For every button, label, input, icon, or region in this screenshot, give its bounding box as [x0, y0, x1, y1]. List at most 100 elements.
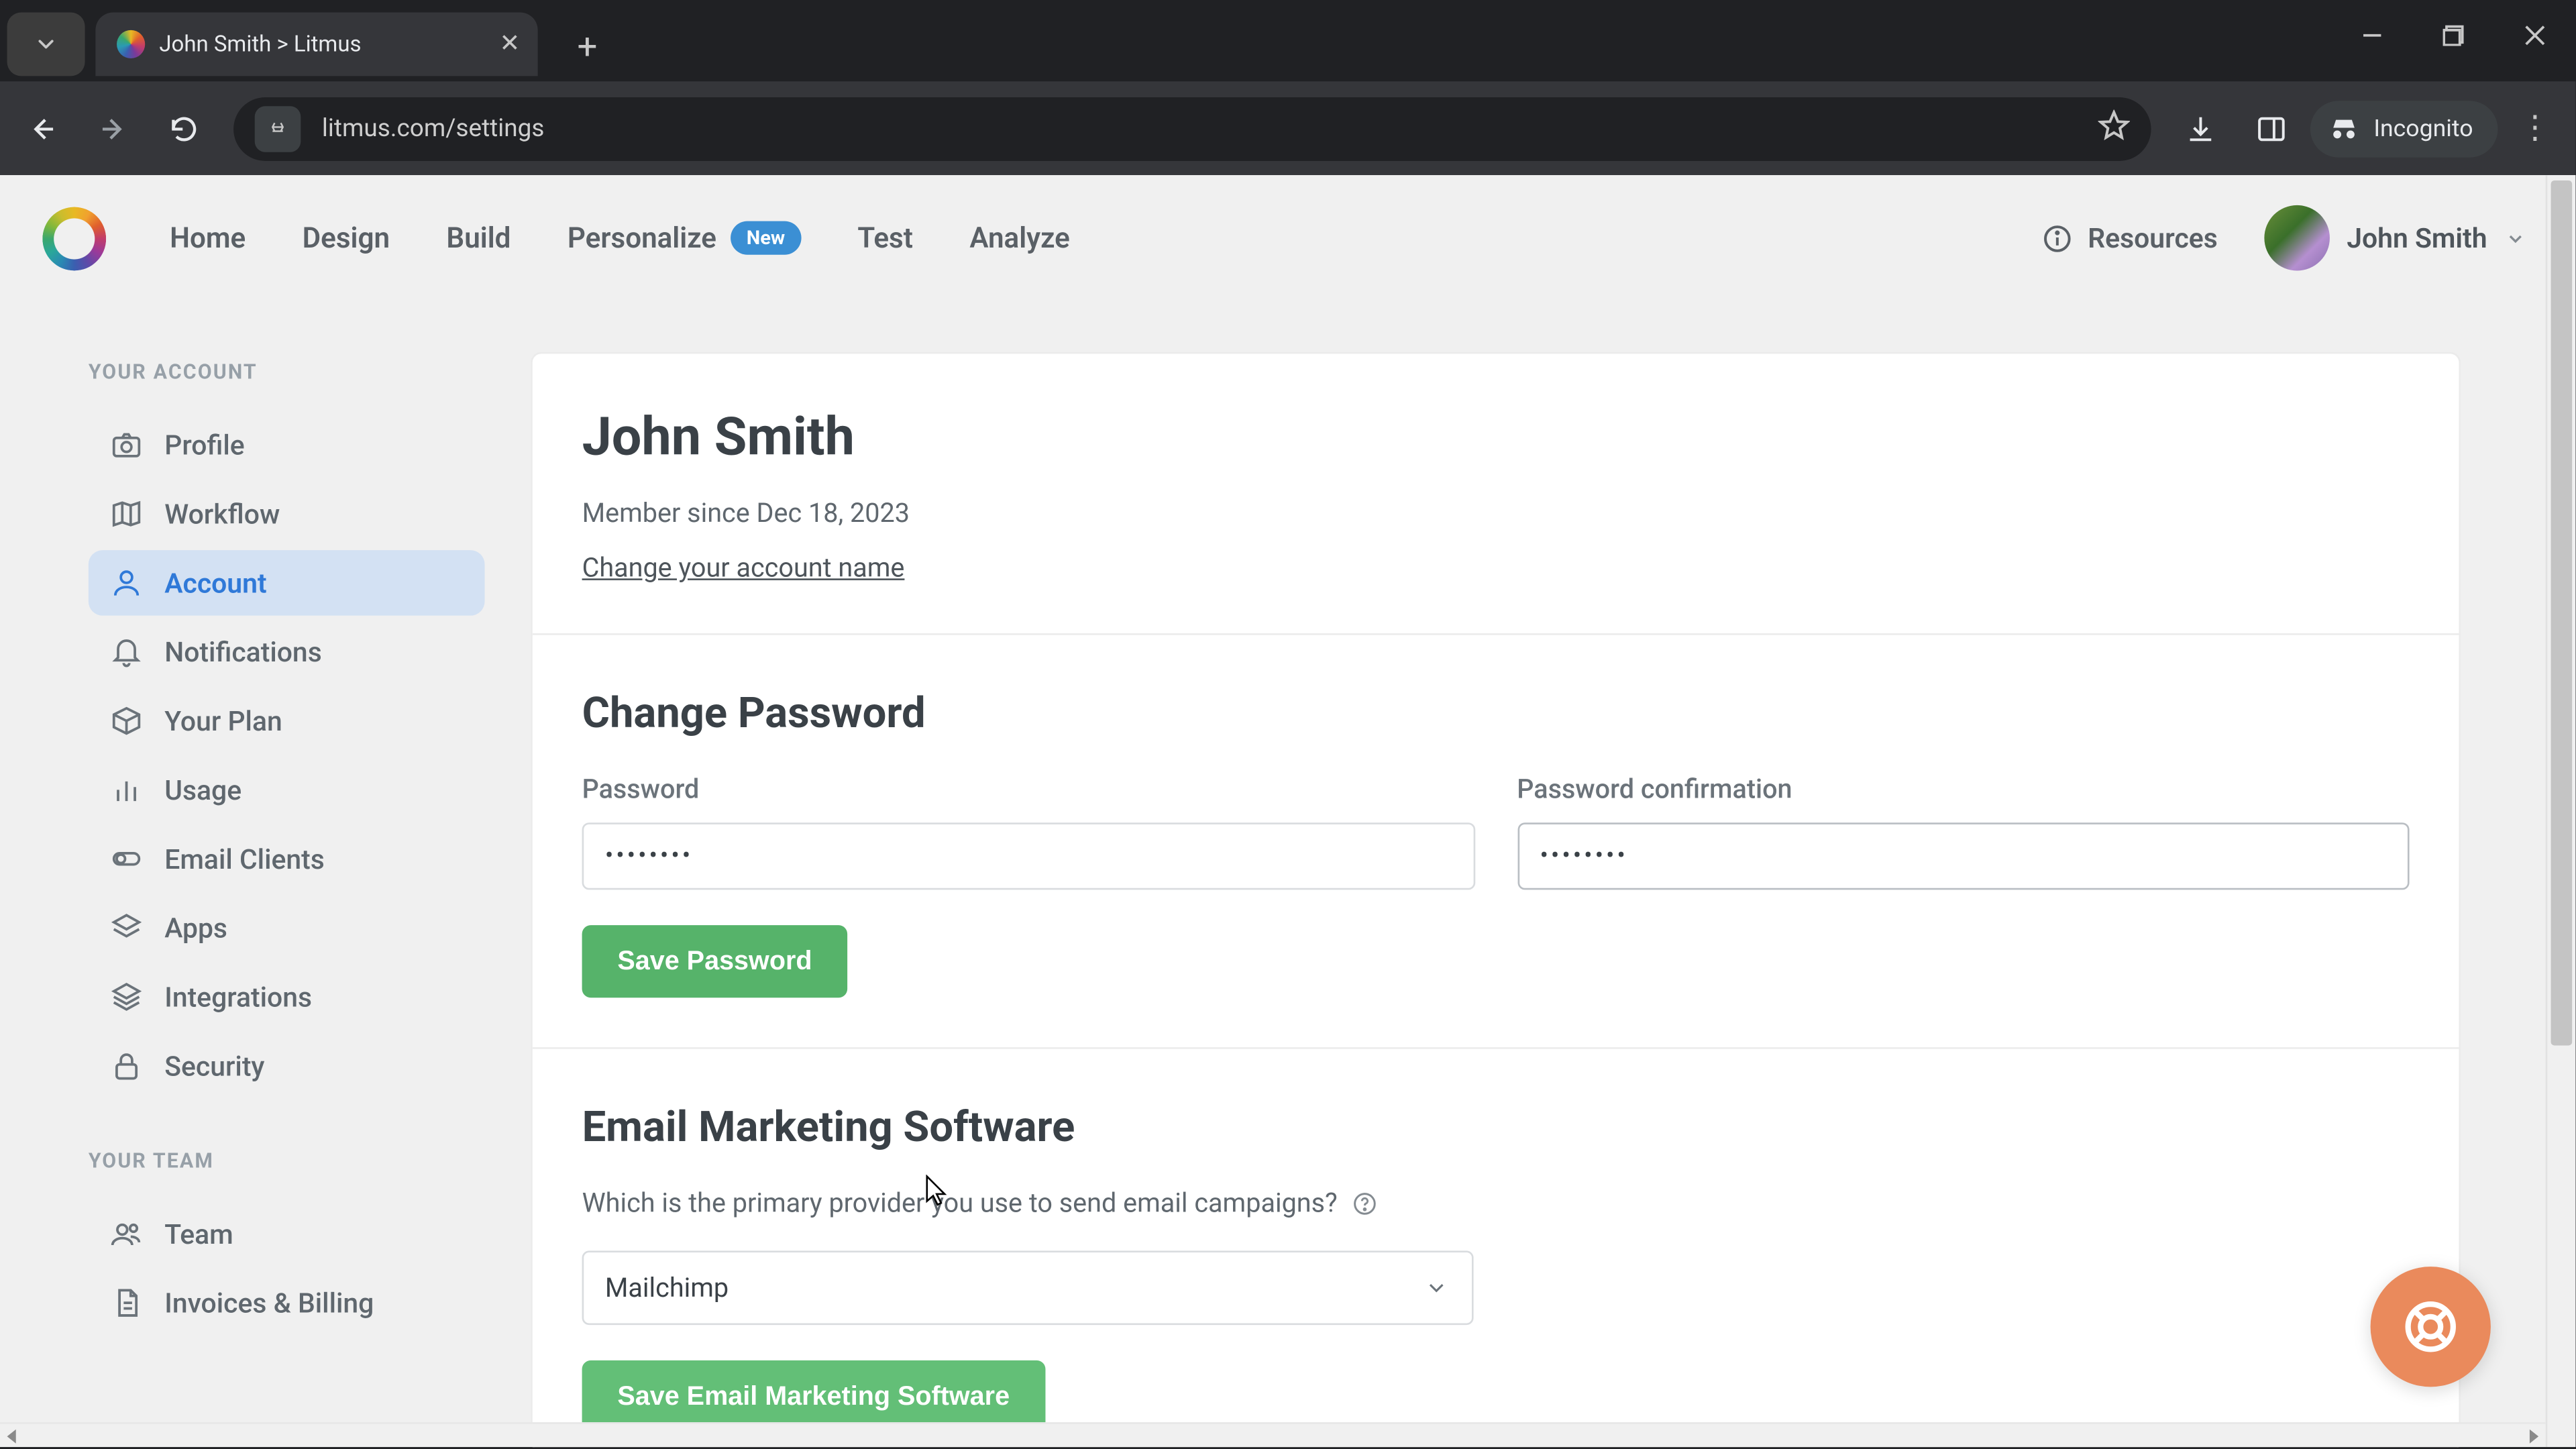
nav-back-button[interactable]: [11, 97, 74, 160]
settings-sidebar: YOUR ACCOUNT Profile Workflow Account No…: [0, 303, 531, 1422]
bell-icon: [109, 635, 143, 669]
file-icon: [109, 1286, 143, 1320]
window-minimize-button[interactable]: [2332, 0, 2413, 70]
nav-home[interactable]: Home: [170, 221, 246, 255]
incognito-icon: [2328, 112, 2359, 144]
sidebar-item-invoices[interactable]: Invoices & Billing: [89, 1270, 485, 1336]
nav-build[interactable]: Build: [446, 221, 511, 255]
nav-build-label: Build: [446, 221, 511, 255]
sidebar-item-account[interactable]: Account: [89, 550, 485, 616]
sidebar-item-email-clients[interactable]: Email Clients: [89, 826, 485, 892]
password-confirmation-input[interactable]: [1517, 822, 2409, 890]
sidebar-item-label: Integrations: [164, 981, 312, 1012]
tab-title: John Smith > Litmus: [159, 31, 482, 58]
browser-tab[interactable]: John Smith > Litmus ✕: [95, 12, 537, 76]
sidebar-item-label: Team: [164, 1218, 233, 1250]
chevron-down-icon: [1424, 1275, 1449, 1300]
url-path: /settings: [445, 114, 544, 142]
change-password-heading: Change Password: [582, 688, 2410, 738]
ems-provider-select[interactable]: Mailchimp: [582, 1250, 1474, 1325]
url-text: litmus.com/settings: [322, 114, 544, 142]
change-password-section: Change Password Password Password confir…: [533, 635, 2459, 1049]
ems-question-label: Which is the primary provider you use to…: [582, 1187, 1338, 1218]
scrollbar-thumb[interactable]: [2551, 180, 2573, 1045]
user-icon: [109, 566, 143, 600]
user-menu[interactable]: John Smith: [2263, 205, 2526, 271]
resources-link[interactable]: Resources: [2042, 222, 2218, 254]
nav-forward-button[interactable]: [81, 97, 145, 160]
sidebar-item-label: Email Clients: [164, 843, 325, 875]
url-host: litmus.com: [322, 114, 445, 142]
lifebuoy-icon: [2400, 1297, 2461, 1357]
sidebar-item-profile[interactable]: Profile: [89, 412, 485, 478]
sidebar-item-integrations[interactable]: Integrations: [89, 964, 485, 1030]
email-marketing-section: Email Marketing Software Which is the pr…: [533, 1049, 2459, 1447]
sidebar-item-security[interactable]: Security: [89, 1033, 485, 1099]
bar-chart-icon: [109, 773, 143, 806]
nav-home-label: Home: [170, 221, 246, 255]
vertical-scrollbar[interactable]: [2546, 175, 2576, 1447]
settings-main: John Smith Member since Dec 18, 2023 Cha…: [531, 303, 2546, 1422]
ems-question-text: Which is the primary provider you use to…: [582, 1187, 2410, 1218]
sidebar-item-team[interactable]: Team: [89, 1201, 485, 1267]
litmus-logo[interactable]: [42, 206, 106, 270]
tab-search-button[interactable]: [7, 12, 85, 76]
incognito-indicator[interactable]: Incognito: [2310, 100, 2498, 156]
chevron-down-icon: [2505, 227, 2526, 249]
sidebar-item-your-plan[interactable]: Your Plan: [89, 688, 485, 754]
nav-design-label: Design: [303, 221, 390, 255]
sidebar-heading-account: YOUR ACCOUNT: [89, 359, 485, 384]
sidebar-item-label: Workflow: [164, 498, 280, 529]
sidebar-item-label: Security: [164, 1050, 264, 1081]
toggle-icon: [109, 842, 143, 875]
window-close-button[interactable]: [2494, 0, 2575, 70]
bookmark-button[interactable]: [2098, 109, 2129, 148]
help-circle-icon[interactable]: [1352, 1189, 1379, 1216]
window-maximize-button[interactable]: [2413, 0, 2494, 70]
page-title: John Smith: [582, 407, 2410, 469]
avatar: [2263, 205, 2329, 271]
change-account-name-link[interactable]: Change your account name: [582, 552, 905, 584]
nav-analyze[interactable]: Analyze: [969, 221, 1070, 255]
site-info-button[interactable]: [255, 105, 301, 152]
app-root: Home Design Build Personalize New Test A…: [0, 175, 2575, 1447]
sidebar-item-label: Invoices & Billing: [164, 1287, 374, 1318]
side-panel-button[interactable]: [2239, 97, 2303, 160]
account-header-section: John Smith Member since Dec 18, 2023 Cha…: [533, 354, 2459, 635]
tab-close-button[interactable]: ✕: [499, 30, 520, 58]
horizontal-scrollbar[interactable]: [0, 1422, 2546, 1447]
nav-test-label: Test: [857, 221, 913, 255]
nav-reload-button[interactable]: [152, 97, 216, 160]
address-bar[interactable]: litmus.com/settings: [233, 97, 2151, 160]
users-icon: [109, 1217, 143, 1250]
app-topnav: Home Design Build Personalize New Test A…: [0, 175, 2575, 303]
password-input[interactable]: [582, 822, 1474, 890]
stack-icon: [109, 980, 143, 1014]
sidebar-item-notifications[interactable]: Notifications: [89, 619, 485, 685]
nav-personalize-label: Personalize: [568, 221, 716, 255]
layers-icon: [109, 911, 143, 945]
ems-heading: Email Marketing Software: [582, 1102, 2410, 1152]
nav-personalize[interactable]: Personalize New: [568, 221, 801, 255]
nav-design[interactable]: Design: [303, 221, 390, 255]
downloads-button[interactable]: [2168, 97, 2232, 160]
help-fab-button[interactable]: [2371, 1267, 2491, 1387]
sidebar-item-workflow[interactable]: Workflow: [89, 481, 485, 547]
window-controls: [2332, 0, 2576, 70]
sidebar-item-label: Notifications: [164, 636, 321, 667]
new-tab-button[interactable]: +: [563, 21, 612, 71]
lock-icon: [109, 1049, 143, 1083]
camera-icon: [109, 428, 143, 462]
incognito-label: Incognito: [2373, 114, 2473, 142]
browser-menu-button[interactable]: ⋮: [2505, 109, 2565, 146]
sidebar-item-apps[interactable]: Apps: [89, 895, 485, 961]
password-confirmation-label: Password confirmation: [1517, 773, 2409, 804]
sidebar-item-usage[interactable]: Usage: [89, 757, 485, 823]
member-since-text: Member since Dec 18, 2023: [582, 497, 2410, 529]
sidebar-item-label: Apps: [164, 912, 227, 943]
info-icon: [2042, 222, 2074, 254]
nav-test[interactable]: Test: [857, 221, 913, 255]
sidebar-item-label: Account: [164, 567, 266, 598]
browser-toolbar: litmus.com/settings Incognito ⋮: [0, 81, 2575, 175]
save-password-button[interactable]: Save Password: [582, 925, 848, 998]
